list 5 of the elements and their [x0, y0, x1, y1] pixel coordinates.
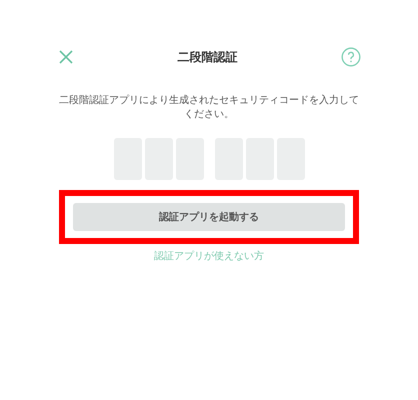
close-icon[interactable] [58, 49, 74, 65]
page-title: 二段階認証 [178, 49, 238, 66]
help-icon[interactable] [341, 47, 361, 67]
instruction-text: 二段階認証アプリにより生成されたセキュリティコードを入力してください。 [59, 94, 359, 122]
launch-app-button[interactable]: 認証アプリを起動する [73, 203, 345, 231]
